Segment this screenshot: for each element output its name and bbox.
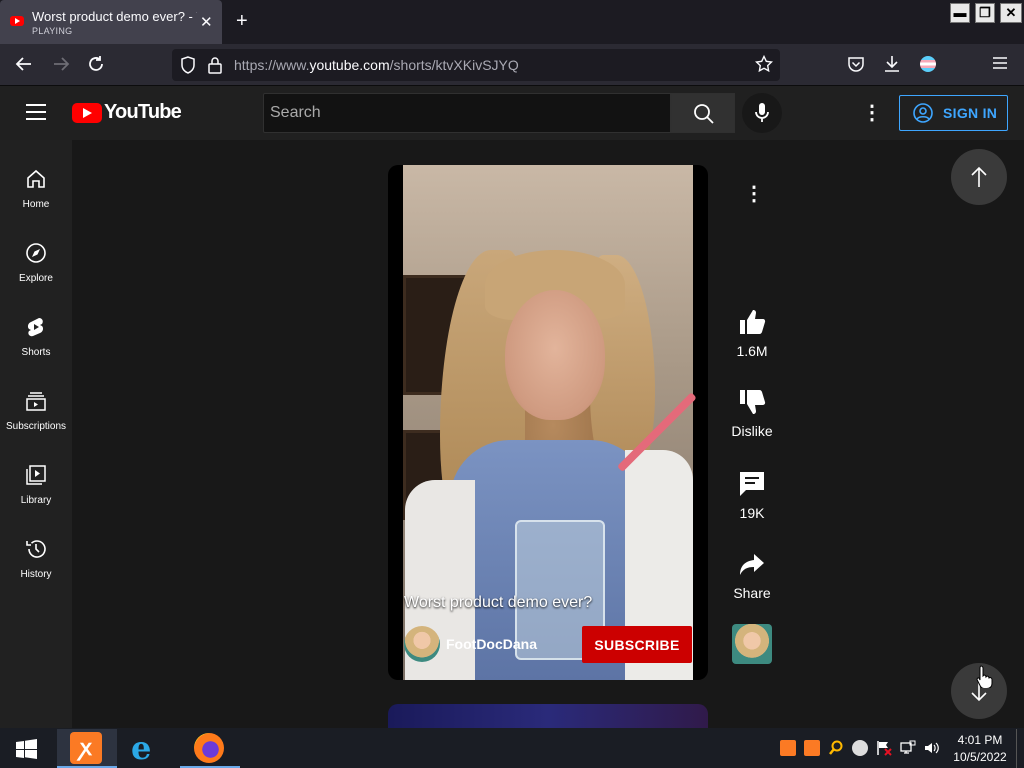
mouse-pointer-hand-icon — [976, 664, 994, 693]
sidebar-item-history[interactable]: History — [0, 516, 72, 590]
taskbar-clock-date[interactable]: 10/5/2022 — [952, 750, 1008, 764]
back-button[interactable] — [15, 55, 33, 77]
channel-avatar[interactable] — [404, 626, 440, 662]
thumbs-down-icon — [740, 390, 766, 414]
search-icon — [694, 104, 714, 124]
library-icon — [26, 465, 46, 485]
share-icon — [740, 554, 764, 575]
downloads-icon[interactable] — [883, 55, 901, 78]
tray-flag-icon[interactable] — [876, 740, 892, 756]
windows-start-icon[interactable] — [16, 739, 37, 764]
new-tab-button[interactable]: + — [236, 10, 248, 33]
search-button[interactable] — [671, 93, 735, 133]
taskbar-internet-explorer[interactable]: e — [118, 729, 178, 768]
user-icon — [913, 103, 933, 123]
sidebar-item-subscriptions[interactable]: Subscriptions — [0, 368, 72, 442]
tab-close-icon[interactable]: ✕ — [200, 13, 213, 31]
subscribe-label[interactable]: SUBSCRIBE — [582, 637, 692, 653]
url-text[interactable]: https://www.youtube.com/shorts/ktvXKivSJ… — [234, 57, 519, 73]
tray-xampp-control-icon[interactable] — [804, 740, 820, 756]
sign-in-label[interactable]: SIGN IN — [943, 105, 997, 121]
firefox-icon — [194, 733, 224, 763]
sidebar-item-label: History — [20, 569, 52, 580]
sidebar-item-label: Subscriptions — [5, 421, 67, 432]
minimize-button[interactable]: ▬ — [950, 3, 970, 23]
tab-playing-status: PLAYING — [32, 26, 73, 36]
app-menu-icon[interactable] — [992, 56, 1008, 75]
channel-name[interactable]: FootDocDana — [446, 636, 537, 652]
comments-button[interactable]: 19K — [722, 470, 782, 522]
tab-title: Worst product demo ever? - YouTube — [32, 9, 197, 24]
video-scene-face — [505, 290, 605, 420]
taskbar-clock-time[interactable]: 4:01 PM — [952, 733, 1008, 747]
microphone-icon — [755, 103, 769, 122]
share-button[interactable]: Share — [722, 552, 782, 604]
taskbar-firefox[interactable] — [180, 729, 240, 768]
voice-search-button[interactable] — [742, 93, 782, 133]
maximize-button[interactable]: ❐ — [975, 3, 995, 23]
taskbar-xampp[interactable]: ꭗ — [57, 729, 117, 768]
share-label: Share — [733, 585, 771, 601]
tray-network-icon[interactable] — [900, 740, 916, 756]
dislike-button[interactable]: Dislike — [722, 388, 782, 440]
dislike-label: Dislike — [731, 423, 773, 439]
bookmark-star-icon[interactable] — [754, 54, 774, 78]
youtube-logo-text[interactable]: YouTube — [104, 101, 182, 124]
home-icon — [27, 169, 45, 188]
like-count: 1.6M — [736, 343, 768, 359]
thumbs-up-icon — [740, 310, 766, 334]
tray-volume-icon[interactable] — [924, 740, 940, 756]
show-desktop-button[interactable] — [1016, 729, 1017, 768]
comment-count: 19K — [739, 505, 765, 521]
account-avatar-icon[interactable] — [920, 56, 936, 72]
sound-source-avatar[interactable] — [732, 624, 772, 664]
comment-icon — [740, 472, 764, 496]
compass-icon — [26, 243, 46, 263]
arrow-up-icon — [971, 166, 987, 187]
pocket-icon[interactable] — [847, 55, 865, 78]
lock-icon[interactable] — [207, 56, 223, 79]
sidebar-item-label: Explore — [19, 273, 53, 284]
forward-button[interactable] — [52, 55, 70, 77]
sidebar-item-label: Home — [22, 199, 50, 210]
sidebar-item-label: Library — [20, 495, 52, 506]
close-window-button[interactable]: ✕ — [1000, 3, 1022, 23]
tray-xampp-icon[interactable] — [780, 740, 796, 756]
internet-explorer-icon: e — [131, 729, 152, 767]
tray-search-icon[interactable] — [828, 740, 844, 756]
subscriptions-icon — [26, 392, 46, 411]
xampp-icon: ꭗ — [70, 732, 102, 764]
search-placeholder: Search — [270, 104, 321, 121]
sidebar-item-shorts[interactable]: Shorts — [0, 294, 72, 368]
sidebar-item-library[interactable]: Library — [0, 442, 72, 516]
tracking-shield-icon[interactable] — [180, 56, 196, 79]
like-button[interactable]: 1.6M — [722, 308, 782, 360]
sidebar-item-home[interactable]: Home — [0, 146, 72, 220]
sidebar-item-explore[interactable]: Explore — [0, 220, 72, 294]
history-icon — [26, 540, 46, 558]
reload-button[interactable] — [87, 55, 105, 77]
previous-short-button[interactable] — [951, 149, 1007, 205]
guide-menu-icon[interactable] — [26, 104, 46, 120]
tray-status-icon[interactable] — [852, 740, 868, 756]
youtube-favicon-icon — [10, 16, 24, 26]
youtube-logo-icon[interactable] — [72, 103, 102, 123]
sidebar-item-label: Shorts — [21, 347, 51, 358]
next-short-preview[interactable] — [388, 704, 708, 728]
search-input[interactable] — [263, 93, 671, 133]
shorts-icon — [27, 318, 44, 337]
video-more-options-icon[interactable]: ⋮ — [744, 181, 764, 206]
video-title[interactable]: Worst product demo ever? — [404, 594, 592, 612]
settings-kebab-icon[interactable]: ⋮ — [862, 100, 882, 125]
